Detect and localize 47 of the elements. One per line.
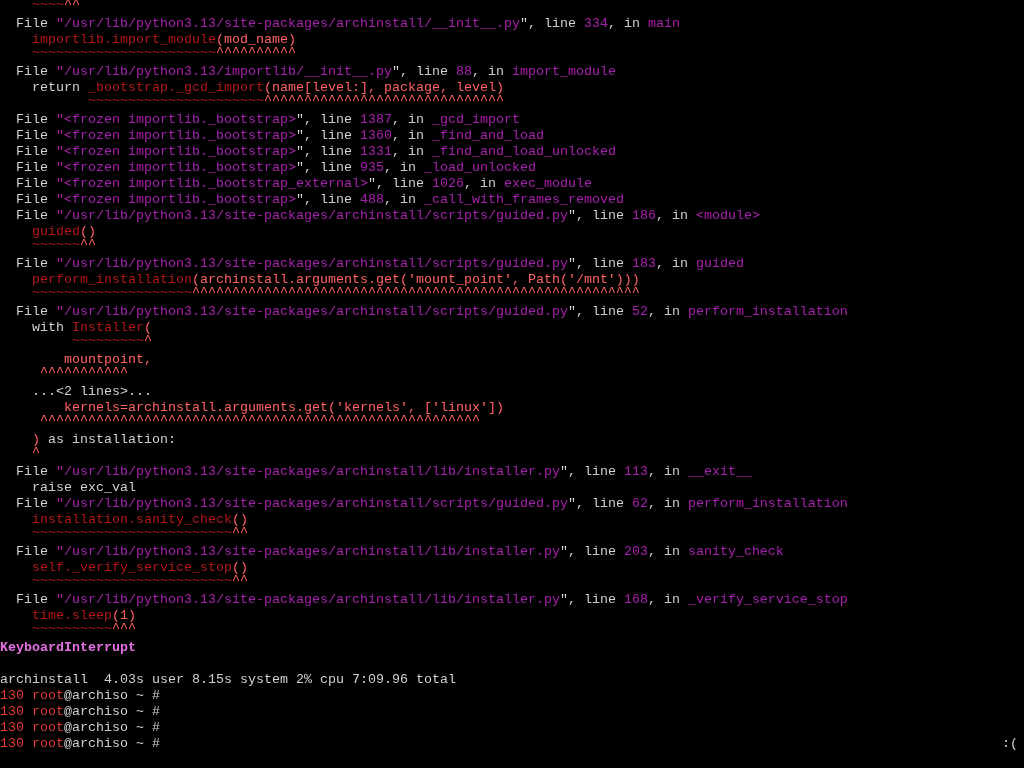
terminal-line: File "<frozen importlib._bootstrap_external>", line 1026, in exec_module [15, 176, 592, 192]
terminal-line: File "/usr/lib/python3.13/site-packages/archinstall/__init__.py", line 334, in main [15, 16, 680, 32]
terminal-line: mountpoint, [63, 352, 152, 367]
terminal-line: File "/usr/lib/python3.13/site-packages/archinstall/lib/installer.py", line 168, in _verify_service_stop [15, 592, 848, 608]
terminal-line: File "/usr/lib/python3.13/site-packages/archinstall/lib/installer.py", line 203, in sanity_check [15, 544, 784, 560]
terminal-line: kernels=archinstall.arguments.get('kernels', ['linux']) [63, 400, 504, 415]
terminal-line: File "/usr/lib/python3.13/site-packages/archinstall/lib/installer.py", line 113, in __exit__ [15, 464, 752, 480]
terminal-line: File "/usr/lib/python3.13/site-packages/archinstall/scripts/guided.py", line 183, in guided [15, 256, 744, 272]
terminal-line: File "/usr/lib/python3.13/site-packages/archinstall/scripts/guided.py", line 52, in perform_installation [15, 304, 848, 320]
terminal-line: guided() [31, 224, 96, 239]
exception-name: KeyboardInterrupt [0, 640, 136, 656]
error-underline: ~~~~^^ [31, 0, 80, 13]
terminal-line: File "/usr/lib/python3.13/importlib/__init__.py", line 88, in import_module [15, 64, 616, 80]
terminal-line: File "/usr/lib/python3.13/site-packages/archinstall/scripts/guided.py", line 186, in <module> [15, 208, 760, 224]
terminal-line: time.sleep(1) [31, 608, 136, 623]
terminal-line: return _bootstrap._gcd_import(name[level:], package, level) [31, 80, 504, 95]
terminal-line: File "/usr/lib/python3.13/site-packages/archinstall/scripts/guided.py", line 62, in perform_installation [15, 496, 848, 512]
error-underline: ~~~~~~~~~~~~~~~~~~~~^^^^^^^^^^^^^^^^^^^^^^^^^^^^^^^^^^^^^^^^^^^^^^^^^^^^^^^^ [31, 285, 640, 301]
error-underline: ^^^^^^^^^^^^^^^^^^^^^^^^^^^^^^^^^^^^^^^^^^^^^^^^^^^^^^^ [39, 413, 480, 429]
terminal-line: 130 root@archiso ~ # [0, 720, 160, 736]
error-underline: ~~~~~~~~~~~~~~~~~~~~~~^^^^^^^^^^^^^^^^^^^^^^^^^^^^^^ [86, 93, 504, 109]
error-underline: ^ [31, 445, 40, 461]
error-underline: ^^^^^^^^^^^ [39, 365, 128, 381]
right-prompt: :( [1002, 736, 1019, 752]
terminal-line: with Installer( [31, 320, 152, 335]
terminal-line: File "<frozen importlib._bootstrap>", line 935, in _load_unlocked [15, 160, 536, 176]
error-underline: ~~~~~~~~~~~~~~~~~~~~~~~~~^^ [31, 525, 248, 541]
error-underline: ~~~~~~~~~~~~~~~~~~~~~~~^^^^^^^^^^ [31, 45, 296, 61]
error-underline: ~~~~~~^^ [31, 237, 96, 253]
terminal-line: File "<frozen importlib._bootstrap>", line 1331, in _find_and_load_unlocked [15, 144, 616, 160]
error-underline: ~~~~~~~~~~^^^ [31, 621, 136, 637]
terminal-line: 130 root@archiso ~ # [0, 736, 160, 752]
error-underline: ~~~~~~~~~~~~~~~~~~~~~~~~~^^ [31, 573, 248, 589]
terminal-line: perform_installation(archinstall.arguments.get('mount_point', Path('/mnt'))) [31, 272, 640, 287]
terminal-line: File "<frozen importlib._bootstrap>", line 1360, in _find_and_load [15, 128, 544, 144]
terminal-line: importlib.import_module(mod_name) [31, 32, 296, 47]
terminal-line: raise exc_val [31, 480, 136, 496]
terminal-line: installation.sanity_check() [31, 512, 248, 527]
error-underline: ~~~~~~~~~^ [70, 333, 152, 349]
terminal-line: ) as installation: [31, 432, 176, 447]
terminal-line: 130 root@archiso ~ # [0, 688, 160, 704]
terminal-line: File "<frozen importlib._bootstrap>", line 488, in _call_with_frames_removed [15, 192, 624, 208]
terminal-line: 130 root@archiso ~ # [0, 704, 160, 720]
terminal-line: archinstall 4.03s user 8.15s system 2% cpu 7:09.96 total [0, 672, 456, 688]
terminal-line: ...<2 lines>... [31, 384, 152, 400]
terminal-line: File "<frozen importlib._bootstrap>", line 1387, in _gcd_import [15, 112, 520, 128]
terminal-line: self._verify_service_stop() [31, 560, 248, 575]
